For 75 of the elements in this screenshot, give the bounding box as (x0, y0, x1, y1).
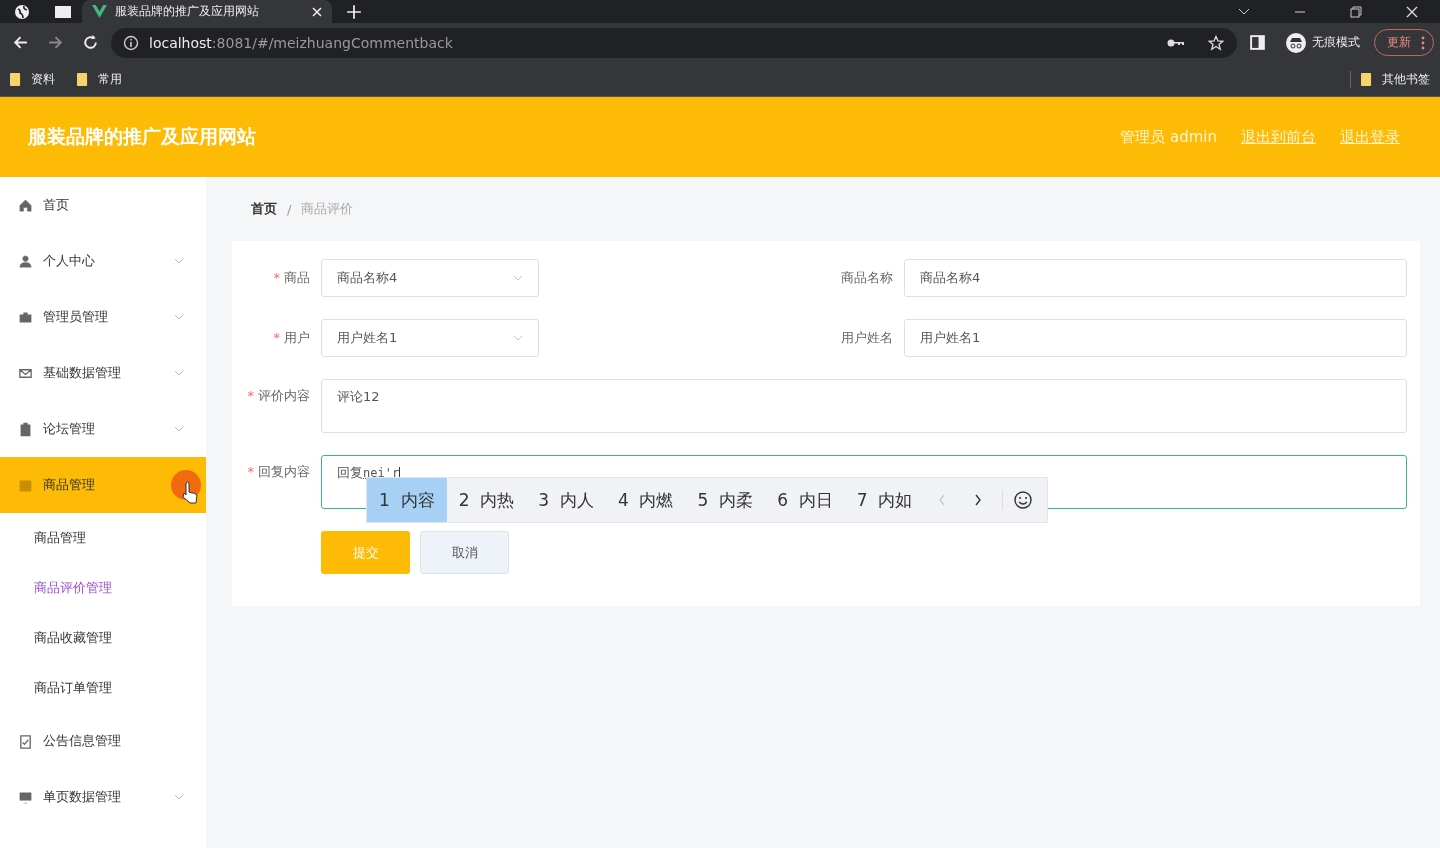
required-mark: * (247, 464, 254, 479)
smiley-icon[interactable] (1002, 490, 1034, 510)
folder-icon (77, 72, 88, 86)
side-panel-icon[interactable] (1249, 34, 1266, 51)
ime-candidate[interactable]: 3 内人 (526, 478, 606, 522)
field-label: 商品名称 (841, 270, 893, 285)
submenu-item[interactable]: 商品管理 (0, 513, 206, 563)
field-label: 商品 (284, 270, 310, 285)
back-icon[interactable] (12, 34, 29, 51)
ime-candidate[interactable]: 1 内容 (367, 478, 447, 522)
incognito-button[interactable]: 无痕模式 (1278, 32, 1368, 53)
input-field[interactable]: 商品名称4 (904, 259, 1407, 297)
more-icon (1421, 35, 1425, 50)
close-icon[interactable] (312, 6, 322, 17)
ime-candidate[interactable]: 6 内日 (765, 478, 845, 522)
menu-item[interactable]: 论坛管理 (0, 401, 206, 457)
cursor-icon (170, 469, 202, 505)
ime-candidate[interactable]: 5 内柔 (685, 478, 766, 522)
info-icon[interactable] (123, 34, 139, 51)
bookmark-folder[interactable]: 其他书签 (1350, 70, 1430, 88)
star-icon[interactable] (1207, 34, 1225, 51)
close-icon[interactable] (1406, 5, 1418, 18)
new-tab-icon[interactable] (346, 3, 362, 20)
menu-item[interactable]: 公告信息管理 (0, 713, 206, 769)
browser-tab[interactable]: 服装品牌的推广及应用网站 (82, 0, 332, 23)
menu-item[interactable]: 首页 (0, 177, 206, 233)
forward-icon[interactable] (47, 34, 64, 51)
submenu-item[interactable]: 商品收藏管理 (0, 613, 206, 663)
chevron-right-icon[interactable] (974, 493, 983, 507)
bookmark-folder[interactable]: 资料 (10, 70, 55, 88)
clipboard-icon (18, 421, 33, 437)
checklist-icon (18, 733, 33, 749)
required-mark: * (273, 330, 280, 345)
user-icon (18, 253, 33, 269)
select-field[interactable]: 用户姓名1 (321, 319, 539, 357)
reload-icon[interactable] (82, 34, 99, 51)
comment-textarea[interactable]: 评论12 (321, 379, 1407, 433)
select-field[interactable]: 商品名称4 (321, 259, 539, 297)
menu-item[interactable]: 个人中心 (0, 233, 206, 289)
field-label: 用户姓名 (841, 330, 893, 345)
required-mark: * (247, 388, 254, 403)
monitor-icon (18, 789, 33, 805)
chevron-down-icon (513, 275, 523, 281)
folder-icon (10, 72, 21, 86)
breadcrumb-separator: / (287, 201, 292, 217)
home-icon (18, 197, 33, 213)
globe-icon[interactable] (14, 3, 30, 20)
menu-item[interactable]: 基础数据管理 (0, 345, 206, 401)
submenu-item[interactable]: 商品订单管理 (0, 663, 206, 713)
field-label: 评价内容 (258, 388, 310, 403)
folder-icon (1361, 72, 1372, 86)
field-label: 回复内容 (258, 464, 310, 479)
menu-item[interactable]: 管理员管理 (0, 289, 206, 345)
restore-icon[interactable] (1350, 5, 1362, 18)
bookmark-folder[interactable]: 常用 (77, 70, 122, 88)
address-field[interactable]: localhost:8081/#/meizhuangCommentback (111, 27, 1237, 58)
menu-item[interactable]: 单页数据管理 (0, 769, 206, 825)
site-title: 服装品牌的推广及应用网站 (28, 124, 256, 149)
breadcrumb-item[interactable]: 首页 (251, 200, 277, 218)
menu-item[interactable]: 商品管理 (0, 457, 206, 513)
chevron-down-icon (513, 335, 523, 341)
incognito-icon (1286, 32, 1306, 53)
breadcrumb-item: 商品评价 (301, 200, 354, 218)
input-field[interactable]: 用户姓名1 (904, 319, 1407, 357)
user-label: 管理员 admin (1120, 127, 1217, 147)
v-logo-icon (92, 5, 107, 18)
cancel-button[interactable]: 取消 (420, 531, 509, 574)
ime-candidate[interactable]: 4 内燃 (605, 478, 686, 522)
required-mark: * (273, 270, 280, 285)
tab-title: 服装品牌的推广及应用网站 (115, 3, 260, 20)
briefcase-icon (18, 309, 33, 325)
field-label: 用户 (284, 330, 310, 345)
submenu-item[interactable]: 商品评价管理 (0, 563, 206, 613)
ime-candidate[interactable]: 2 内热 (446, 478, 527, 522)
ime-candidate[interactable]: 7 内如 (844, 478, 925, 522)
